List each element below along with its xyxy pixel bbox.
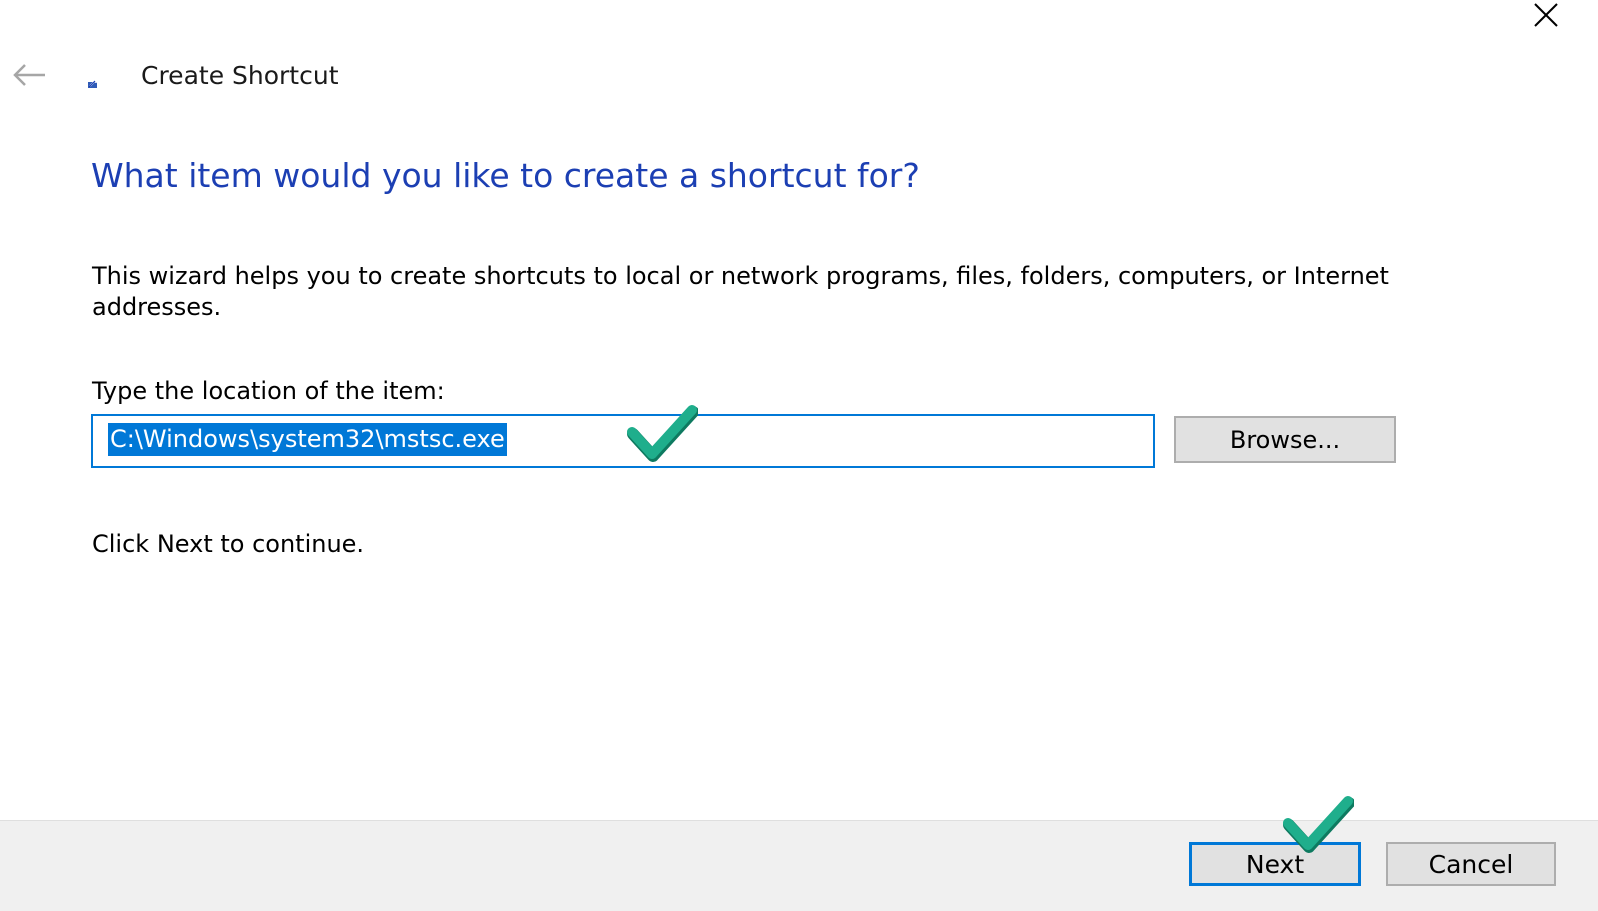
location-input-value: C:\Windows\system32\mstsc.exe [108,423,507,456]
continue-hint: Click Next to continue. [92,530,365,558]
close-icon [1534,3,1558,27]
shortcut-icon [88,79,97,88]
page-heading: What item would you like to create a sho… [91,156,920,195]
wizard-title: Create Shortcut [141,61,339,90]
location-label: Type the location of the item: [92,377,445,405]
wizard-description: This wizard helps you to create shortcut… [92,262,1389,321]
browse-button[interactable]: Browse... [1174,416,1396,463]
back-button[interactable] [8,58,50,92]
create-shortcut-window: Create Shortcut What item would you like… [0,0,1598,911]
next-button[interactable]: Next [1189,842,1361,886]
close-button[interactable] [1523,0,1569,30]
cancel-button[interactable]: Cancel [1386,842,1556,886]
back-arrow-icon [13,64,45,86]
location-input[interactable]: C:\Windows\system32\mstsc.exe [91,414,1155,468]
